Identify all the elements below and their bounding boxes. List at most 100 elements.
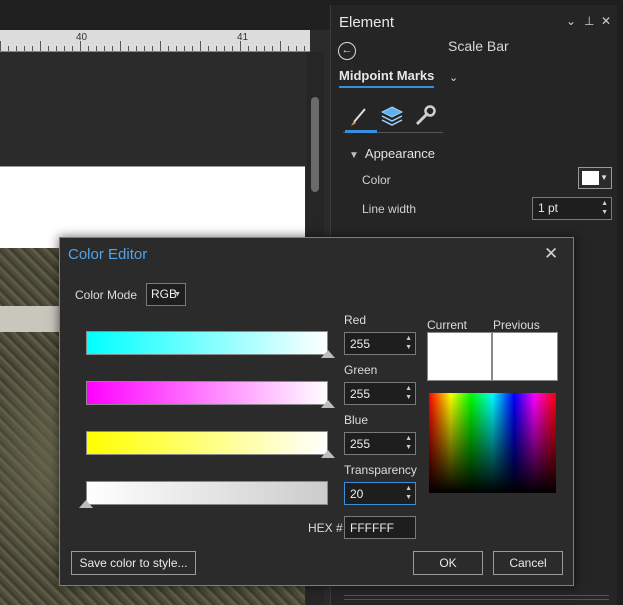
red-input[interactable]: 255 ▲ ▼ (344, 332, 416, 355)
line-width-value: 1 pt (538, 201, 559, 215)
spinner-arrows-icon[interactable]: ▲ ▼ (601, 199, 608, 217)
ruler-tick (208, 46, 209, 51)
hex-input[interactable]: FFFFFF (344, 516, 416, 539)
pane-close-icon[interactable]: ✕ (601, 14, 611, 28)
ruler-tick (192, 46, 193, 51)
ruler-tick (56, 46, 57, 51)
horizontal-ruler: 40 41 (0, 30, 310, 52)
ruler-tick (0, 41, 1, 51)
ruler-tick (48, 46, 49, 51)
line-width-spinner[interactable]: 1 pt ▲ ▼ (532, 197, 612, 220)
paintbrush-icon[interactable] (345, 101, 375, 131)
ruler-tick (144, 46, 145, 51)
ruler-tick (80, 41, 81, 51)
scrollbar-thumb[interactable] (311, 97, 319, 192)
back-arrow-icon[interactable]: ← (338, 42, 356, 60)
chevron-down-icon: ▼ (349, 150, 359, 161)
ruler-tick (112, 46, 113, 51)
ruler-tick (224, 46, 225, 51)
red-slider[interactable] (86, 331, 328, 355)
ruler-tick (200, 41, 201, 51)
app-window: 40 41 Element ⌄ ⊥ ✕ ← Scale Bar Midpoint… (0, 0, 623, 605)
ruler-number: 41 (237, 32, 249, 43)
ruler-tick (104, 46, 105, 51)
ruler-tick (160, 41, 161, 51)
ruler-tick (8, 46, 9, 51)
color-mode-label: Color Mode (75, 288, 138, 302)
ruler-tick (152, 46, 153, 51)
ruler-tick (64, 46, 65, 51)
ruler-tick (288, 46, 289, 51)
blue-label: Blue (344, 413, 369, 427)
ruler-number: 40 (76, 32, 88, 43)
section-title: Appearance (364, 146, 436, 161)
cancel-button[interactable]: Cancel (493, 551, 563, 575)
ruler-tick (88, 46, 89, 51)
dropdown-arrow-icon: ▼ (600, 173, 608, 182)
ruler-tick (280, 41, 281, 51)
ruler-tick (136, 46, 137, 51)
pane-resize-grip[interactable] (344, 595, 609, 600)
hex-label: HEX # (308, 521, 343, 535)
ok-button[interactable]: OK (413, 551, 483, 575)
green-slider[interactable] (86, 381, 328, 405)
ruler-tick (256, 46, 257, 51)
spinner-arrows-icon[interactable]: ▲ ▼ (405, 384, 412, 402)
transparency-value: 20 (350, 487, 364, 501)
red-slider-thumb[interactable] (321, 350, 335, 358)
transparency-input[interactable]: 20 ▲ ▼ (344, 482, 416, 505)
blue-slider-thumb[interactable] (321, 450, 335, 458)
active-tab-indicator (345, 130, 377, 133)
green-slider-thumb[interactable] (321, 400, 335, 408)
spinner-arrows-icon[interactable]: ▲ ▼ (405, 334, 412, 352)
blue-value: 255 (350, 437, 371, 451)
appearance-section-header[interactable]: ▼ Appearance (349, 146, 435, 161)
ruler-tick (272, 46, 273, 51)
ruler-tick (72, 46, 73, 51)
ruler-tick (96, 46, 97, 51)
ruler-tick (16, 46, 17, 51)
blue-input[interactable]: 255 ▲ ▼ (344, 432, 416, 455)
transparency-label: Transparency (344, 463, 417, 477)
ruler-tick (296, 46, 297, 51)
layout-toolbar-strip (0, 0, 330, 30)
red-label: Red (344, 313, 367, 327)
ruler-tick (32, 46, 33, 51)
layers-icon[interactable] (377, 101, 407, 131)
dropdown-arrow-icon: ▼ (174, 291, 181, 298)
close-icon[interactable]: ✕ (544, 244, 558, 264)
spinner-arrows-icon[interactable]: ▲ ▼ (405, 484, 412, 502)
ruler-tick (304, 46, 305, 51)
color-label: Color (362, 173, 391, 187)
pin-icon[interactable]: ⊥ (584, 14, 594, 28)
color-picker-button[interactable]: ▼ (578, 167, 612, 189)
green-input[interactable]: 255 ▲ ▼ (344, 382, 416, 405)
previous-label: Previous (493, 318, 540, 332)
green-label: Green (344, 363, 378, 377)
layout-page[interactable] (0, 166, 305, 248)
ruler-tick (240, 41, 241, 51)
ruler-tick (40, 41, 41, 51)
transparency-slider[interactable] (86, 481, 328, 505)
transparency-slider-thumb[interactable] (79, 500, 93, 508)
color-mode-select[interactable]: RGB ▼ (146, 283, 186, 306)
spinner-arrows-icon[interactable]: ▲ ▼ (405, 434, 412, 452)
ruler-tick (128, 46, 129, 51)
previous-color-preview[interactable] (492, 332, 558, 381)
wrench-icon[interactable] (409, 101, 439, 131)
color-editor-dialog: Color Editor ✕ Color Mode RGB ▼ Red 255 … (59, 237, 574, 586)
ruler-tick (120, 41, 121, 51)
pane-title: Element (339, 14, 395, 31)
green-value: 255 (350, 387, 371, 401)
color-spectrum-picker[interactable] (429, 393, 556, 493)
red-value: 255 (350, 337, 371, 351)
current-color-preview (427, 332, 492, 381)
element-type-title: Scale Bar (448, 38, 509, 54)
pane-options-icon[interactable]: ⌄ (566, 14, 576, 28)
chevron-down-icon[interactable]: ⌄ (449, 71, 458, 84)
line-width-label: Line width (362, 202, 417, 216)
save-color-to-style-button[interactable]: Save color to style... (71, 551, 196, 575)
blue-slider[interactable] (86, 431, 328, 455)
element-selector[interactable]: Midpoint Marks (339, 68, 435, 88)
current-label: Current (427, 318, 468, 332)
